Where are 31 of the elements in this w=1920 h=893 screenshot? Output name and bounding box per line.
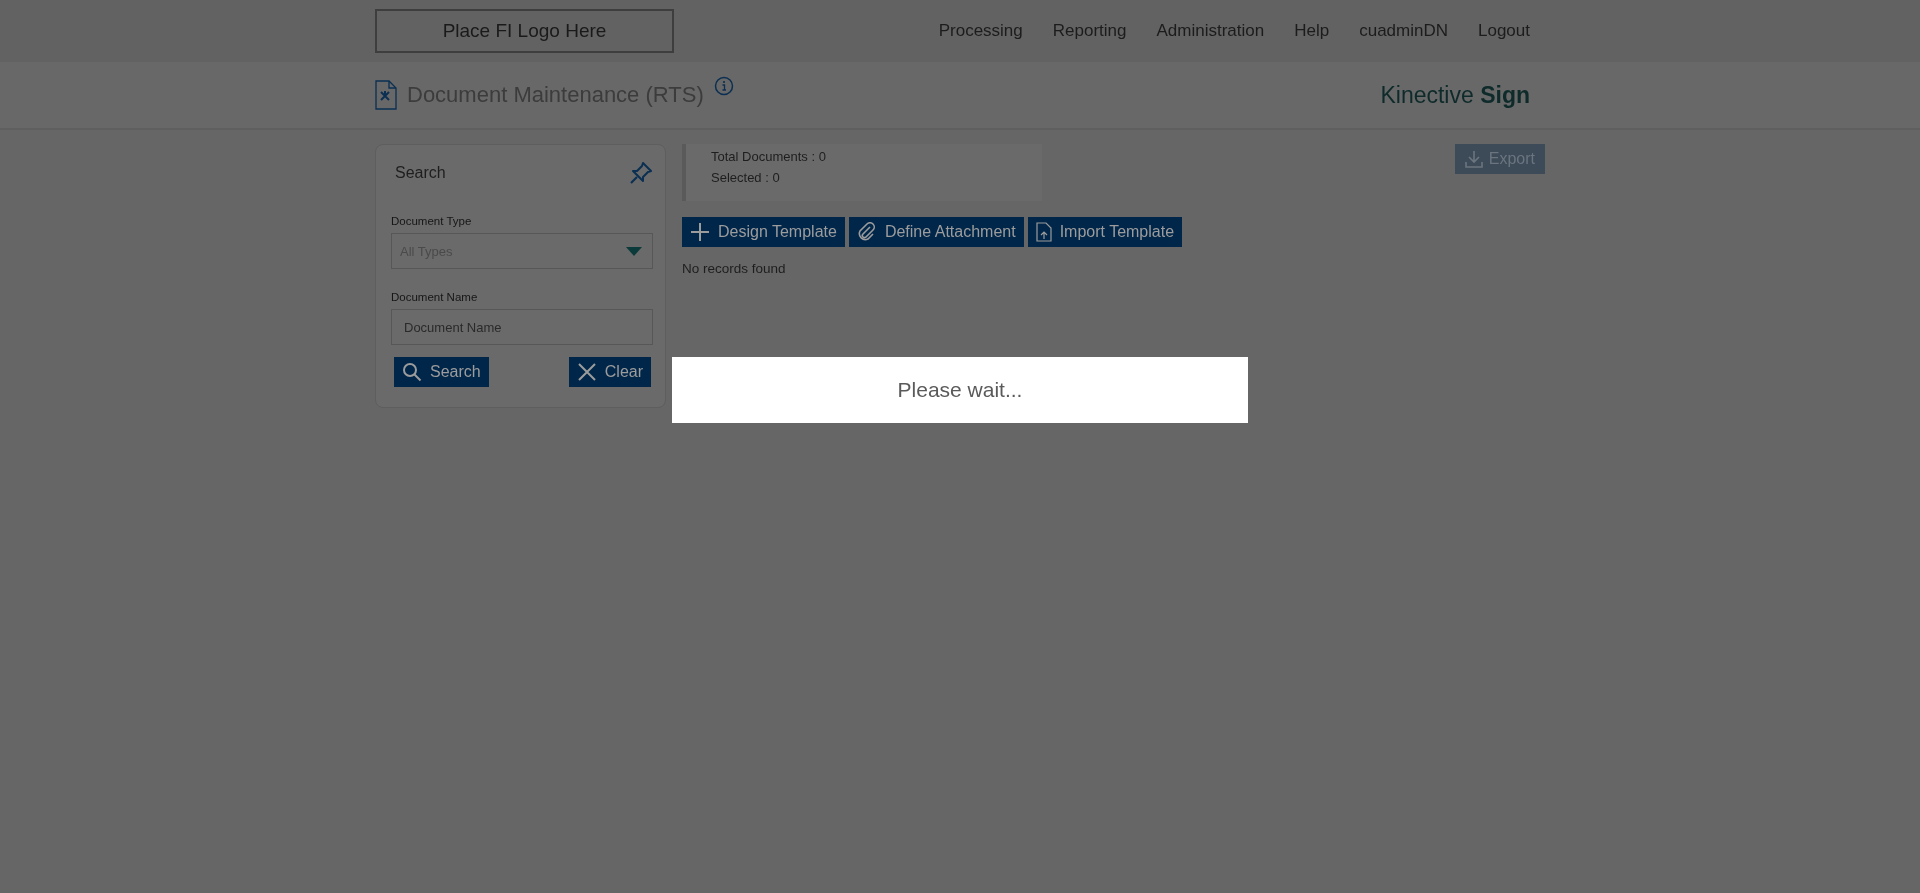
nav-link[interactable]: cuadminDN: [1359, 21, 1448, 41]
info-icon[interactable]: [713, 76, 734, 96]
summary-line: Selected : 0: [711, 170, 781, 185]
empty-message: No records found: [682, 261, 787, 276]
clear-button[interactable]: Clear: [568, 357, 651, 387]
nav-link[interactable]: Logout: [1478, 21, 1530, 41]
import-template-button[interactable]: Import Template: [1027, 217, 1183, 247]
search-button[interactable]: Search: [394, 357, 489, 387]
search-icon: [402, 362, 422, 382]
download-icon: [1464, 150, 1483, 168]
design-template-button[interactable]: Design Template: [682, 217, 845, 247]
close-icon: [576, 362, 597, 382]
panel-title: Search: [395, 164, 446, 182]
nav-link[interactable]: Administration: [1156, 21, 1265, 41]
pin-icon[interactable]: [629, 161, 653, 185]
field-label: Document Type: [391, 215, 473, 227]
file-upload-icon: [1035, 222, 1052, 242]
nav-link[interactable]: Help: [1294, 21, 1330, 41]
paperclip-icon: [856, 222, 877, 242]
caret-icon: [626, 246, 642, 256]
loading-message: Please wait...: [897, 378, 1023, 402]
define-attachment-button[interactable]: Define Attachment: [848, 217, 1024, 247]
nav-link[interactable]: Processing: [938, 21, 1023, 41]
plus-icon: [690, 222, 710, 242]
nav-link[interactable]: Reporting: [1052, 21, 1127, 41]
field-label: Document Name: [391, 291, 479, 303]
document-name-field[interactable]: Document Name: [391, 309, 653, 345]
brand-name: Kinective Sign: [1380, 81, 1530, 109]
document-icon: [375, 80, 397, 110]
logo-placeholder-text: Place FI Logo Here: [442, 20, 607, 42]
summary-line: Total Documents : 0: [711, 149, 827, 164]
